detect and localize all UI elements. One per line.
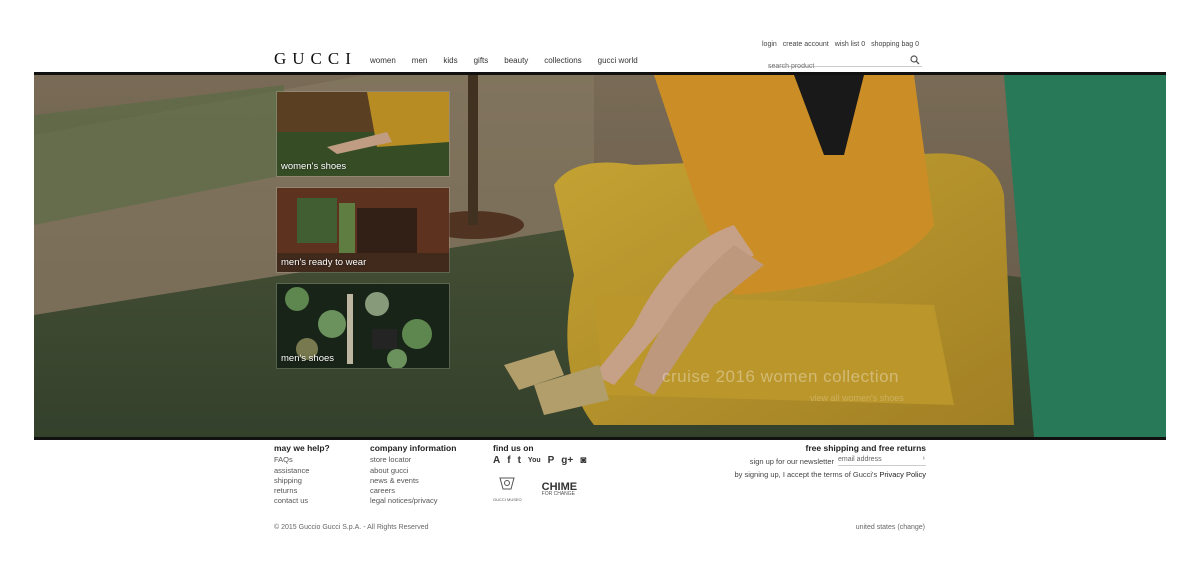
contact-link[interactable]: contact us — [274, 496, 330, 506]
tile-label: men's shoes — [281, 353, 335, 364]
nav-gifts[interactable]: gifts — [474, 56, 489, 65]
email-field[interactable]: email address › — [838, 455, 926, 466]
chime-sub-label: FOR CHANGE — [541, 490, 576, 497]
tile-label: men's ready to wear — [281, 257, 367, 268]
main-nav: women men kids gifts beauty collections … — [370, 56, 638, 65]
nav-kids[interactable]: kids — [443, 56, 457, 65]
nav-women[interactable]: women — [370, 56, 396, 65]
returns-link[interactable]: returns — [274, 486, 330, 496]
search-box — [768, 55, 922, 70]
museo-label: GUCCI MUSEO — [493, 496, 522, 502]
hero-caption-link[interactable]: view all women's shoes — [810, 393, 904, 403]
change-country-link[interactable]: (change) — [897, 524, 925, 531]
news-link[interactable]: news & events — [370, 476, 456, 486]
about-link[interactable]: about gucci — [370, 466, 456, 476]
shipping-link[interactable]: shipping — [274, 476, 330, 486]
hero-caption[interactable]: cruise 2016 women collection — [662, 367, 899, 387]
museo-crest-icon — [499, 477, 515, 490]
hero-image — [34, 75, 1166, 437]
hero-banner[interactable]: women's shoes men's ready to wear men's … — [34, 72, 1166, 440]
newsletter-label: sign up for our newsletter — [749, 456, 834, 466]
terms-text: by signing up, I accept the terms of Guc… — [680, 470, 926, 479]
shipping-title: free shipping and free returns — [805, 443, 926, 453]
shopping-bag-link[interactable]: shopping bag 0 — [871, 41, 919, 48]
copyright: © 2015 Guccio Gucci S.p.A. - All Rights … — [274, 524, 429, 531]
youtube-icon[interactable]: You — [528, 456, 541, 466]
wish-list-label: wish list — [834, 41, 860, 48]
pinterest-icon[interactable]: P — [548, 455, 555, 466]
twitter-icon[interactable]: t — [518, 455, 521, 466]
wish-list-count: 0 — [861, 41, 866, 48]
wish-list-link[interactable]: wish list 0 — [835, 41, 865, 48]
assistance-link[interactable]: assistance — [274, 466, 330, 476]
nav-gucci-world[interactable]: gucci world — [598, 56, 638, 65]
tile-label: women's shoes — [281, 161, 347, 172]
email-placeholder: email address — [838, 456, 882, 463]
terms-prefix: by signing up, I accept the terms of Guc… — [734, 470, 878, 479]
nav-collections[interactable]: collections — [544, 56, 581, 65]
account-links: login create account wish list 0 shoppin… — [762, 41, 919, 48]
google-plus-icon[interactable]: g+ — [561, 455, 573, 466]
company-column: company information store locator about … — [370, 443, 456, 507]
shopping-bag-label: shopping bag — [871, 41, 914, 48]
gucci-logo[interactable]: GUCCI — [274, 49, 357, 69]
company-title: company information — [370, 443, 457, 453]
shopping-bag-count: 0 — [915, 41, 919, 48]
submit-arrow-icon[interactable]: › — [923, 455, 925, 462]
tile-womens-shoes[interactable]: women's shoes — [276, 91, 450, 177]
search-icon[interactable] — [910, 55, 920, 65]
newsletter-block: free shipping and free returns sign up f… — [680, 443, 926, 479]
find-us-column: find us on A f t You P g+ ◙ GUCCI MUSEO … — [493, 443, 586, 505]
careers-link[interactable]: careers — [370, 486, 456, 496]
privacy-policy-link[interactable]: Privacy Policy — [879, 470, 926, 479]
store-locator-link[interactable]: store locator — [370, 455, 456, 465]
login-link[interactable]: login — [762, 41, 777, 48]
help-column: may we help? FAQs assistance shipping re… — [274, 443, 330, 507]
social-icons: A f t You P g+ ◙ — [493, 455, 586, 466]
create-account-link[interactable]: create account — [783, 41, 829, 48]
find-us-title: find us on — [493, 443, 534, 453]
nav-men[interactable]: men — [412, 56, 428, 65]
gucci-museo-logo[interactable]: GUCCI MUSEO — [493, 477, 522, 506]
search-input[interactable] — [768, 63, 898, 70]
chime-logo[interactable]: CHIME FOR CHANGE — [541, 480, 578, 498]
tile-mens-ready-to-wear[interactable]: men's ready to wear — [276, 187, 450, 273]
country-selector[interactable]: united states (change) — [856, 524, 925, 531]
faq-link[interactable]: FAQs — [274, 455, 330, 465]
nav-beauty[interactable]: beauty — [504, 56, 528, 65]
app-store-icon[interactable]: A — [493, 455, 500, 466]
tile-mens-shoes[interactable]: men's shoes — [276, 283, 450, 369]
instagram-icon[interactable]: ◙ — [580, 455, 586, 466]
country-label: united states — [855, 524, 896, 531]
newsletter-row: sign up for our newsletter email address… — [680, 455, 926, 466]
help-title: may we help? — [274, 443, 330, 453]
facebook-icon[interactable]: f — [507, 455, 510, 466]
legal-link[interactable]: legal notices/privacy — [370, 496, 456, 506]
chime-label: CHIME — [541, 480, 578, 493]
